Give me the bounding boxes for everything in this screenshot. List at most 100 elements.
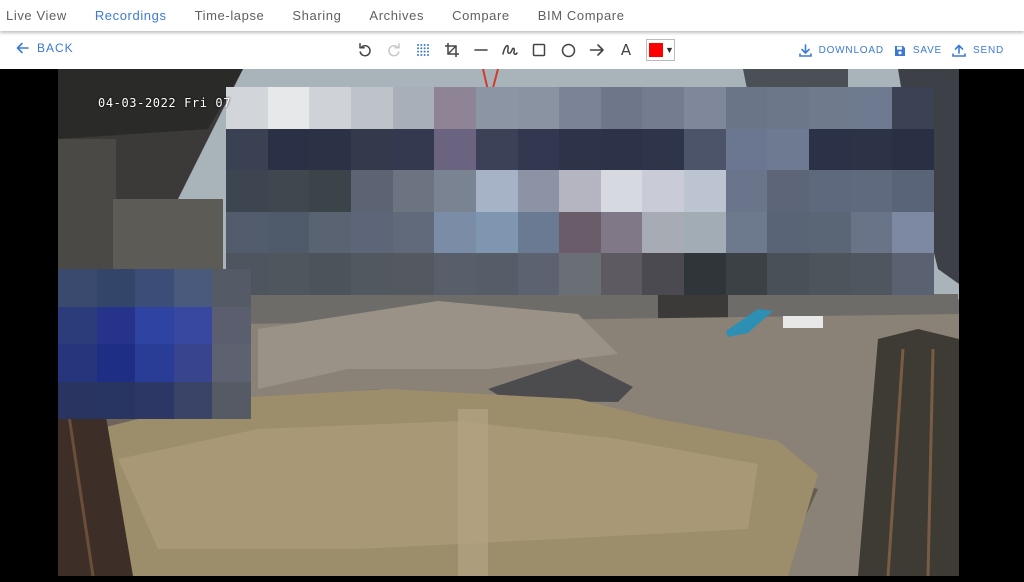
- pixel-cell: [559, 87, 601, 129]
- pixel-cell: [892, 170, 934, 212]
- pixel-cell: [767, 253, 810, 295]
- pixel-cell: [226, 211, 268, 254]
- arrow-icon: [589, 44, 604, 56]
- tab-bim-compare[interactable]: BIM Compare: [538, 8, 625, 23]
- privacy-pixel-block: [226, 87, 934, 295]
- arrow-button[interactable]: [586, 39, 608, 61]
- rectangle-button[interactable]: [528, 39, 550, 61]
- arrow-left-icon: [16, 42, 29, 54]
- pixel-cell: [684, 253, 726, 295]
- pixel-cell: [850, 253, 893, 295]
- back-button[interactable]: BACK: [16, 41, 74, 55]
- freehand-button[interactable]: [499, 39, 521, 61]
- pixel-cell: [809, 253, 851, 295]
- upload-icon: [952, 44, 966, 57]
- pixel-cell: [434, 128, 476, 171]
- crop-icon: [445, 43, 459, 57]
- pixel-cell: [600, 253, 643, 295]
- crop-button[interactable]: [441, 39, 463, 61]
- pixel-cell: [173, 269, 213, 307]
- privacy-pixel-block: [58, 269, 251, 419]
- pixel-cell: [684, 128, 726, 171]
- pixel-cell: [135, 306, 174, 344]
- pixel-cell: [642, 128, 685, 171]
- color-picker[interactable]: ▼: [646, 39, 675, 61]
- editor-toolbar: BACK A ▼ DOWNLOAD SAVE SEND: [0, 31, 1024, 69]
- caret-down-icon: ▼: [665, 45, 674, 55]
- send-button[interactable]: SEND: [952, 44, 1004, 57]
- tab-sharing[interactable]: Sharing: [292, 8, 341, 23]
- tab-archives[interactable]: Archives: [369, 8, 424, 23]
- send-label: SEND: [973, 45, 1004, 56]
- pixel-cell: [767, 128, 810, 171]
- pixel-cell: [475, 253, 518, 295]
- pixel-cell: [392, 170, 435, 212]
- undo-button[interactable]: [354, 39, 376, 61]
- pixel-cell: [58, 269, 97, 307]
- line-icon: [474, 49, 488, 51]
- pixel-cell: [559, 170, 601, 212]
- pixel-cell: [725, 170, 768, 212]
- pixel-cell: [809, 170, 851, 212]
- pixel-cell: [212, 344, 251, 382]
- tab-compare[interactable]: Compare: [452, 8, 510, 23]
- image-viewer: 04-03-2022 Fri 07: [0, 69, 1024, 582]
- save-button[interactable]: SAVE: [894, 45, 942, 57]
- pixel-cell: [559, 211, 601, 254]
- pixel-cell: [350, 128, 393, 171]
- pixel-cell: [767, 87, 810, 129]
- pixel-cell: [475, 87, 518, 129]
- toolbar-actions: DOWNLOAD SAVE SEND: [789, 44, 1004, 57]
- pixel-cell: [600, 211, 643, 254]
- pixel-cell: [475, 170, 518, 212]
- save-label: SAVE: [912, 45, 943, 56]
- pixel-cell: [684, 87, 726, 129]
- freehand-icon: [502, 44, 518, 55]
- pixel-cell: [309, 211, 351, 254]
- tab-live-view[interactable]: Live View: [6, 8, 67, 23]
- pixel-cell: [600, 128, 643, 171]
- pixel-cell: [559, 253, 601, 295]
- pixel-cell: [392, 253, 435, 295]
- blur-button[interactable]: [412, 39, 434, 61]
- pixel-cell: [96, 306, 136, 344]
- pixel-cell: [96, 344, 136, 382]
- pixel-cell: [135, 381, 174, 419]
- pixel-cell: [309, 170, 351, 212]
- pixel-cell: [392, 211, 435, 254]
- tab-recordings[interactable]: Recordings: [95, 8, 167, 23]
- pixel-cell: [58, 306, 97, 344]
- text-button[interactable]: A: [615, 39, 637, 61]
- pixel-cell: [434, 170, 476, 212]
- redo-button[interactable]: [383, 39, 405, 61]
- pixel-cell: [767, 211, 810, 254]
- back-label: BACK: [37, 41, 74, 55]
- download-button[interactable]: DOWNLOAD: [798, 44, 884, 57]
- pixel-cell: [684, 211, 726, 254]
- pixel-cell: [173, 381, 213, 419]
- circle-button[interactable]: [557, 39, 579, 61]
- pixel-cell: [173, 306, 213, 344]
- pixel-cell: [809, 87, 851, 129]
- pixel-cell: [226, 170, 268, 212]
- pixel-cell: [135, 269, 174, 307]
- pixel-cell: [212, 381, 251, 419]
- pixel-cell: [892, 211, 934, 254]
- pixel-cell: [725, 211, 768, 254]
- pixel-cell: [350, 170, 393, 212]
- pixel-cell: [600, 170, 643, 212]
- pixel-cell: [392, 87, 435, 129]
- pixel-cell: [517, 128, 560, 171]
- tab-time-lapse[interactable]: Time-lapse: [195, 8, 265, 23]
- pixel-cell: [517, 170, 560, 212]
- line-button[interactable]: [470, 39, 492, 61]
- text-icon: A: [620, 41, 632, 59]
- camera-image[interactable]: 04-03-2022 Fri 07: [58, 69, 959, 576]
- timestamp-overlay: 04-03-2022 Fri 07: [98, 96, 232, 110]
- pixel-cell: [212, 306, 251, 344]
- pixel-cell: [725, 87, 768, 129]
- redo-icon: [388, 43, 400, 57]
- pixel-cell: [892, 128, 934, 171]
- circle-icon: [561, 43, 575, 57]
- pixel-cell: [226, 128, 268, 171]
